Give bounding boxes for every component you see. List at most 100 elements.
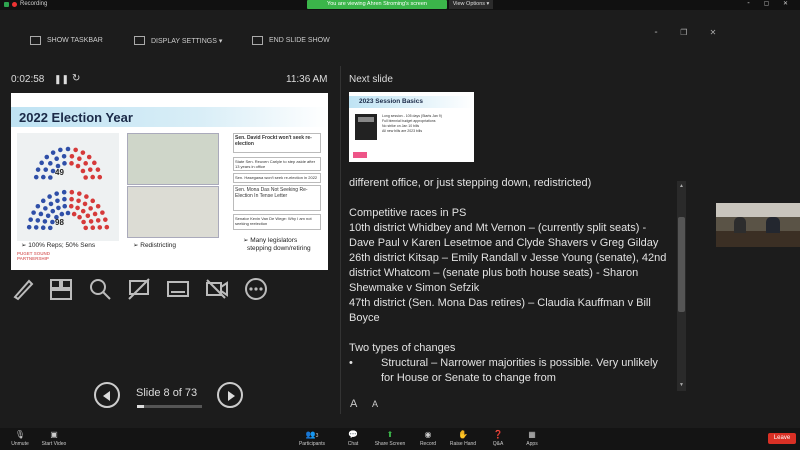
bullet-redistricting: ➢ Redistricting [133, 242, 177, 249]
seat-dot [95, 203, 101, 209]
seat-dot [35, 203, 41, 209]
seat-dot [83, 225, 89, 231]
seat-dot [44, 154, 50, 160]
seat-dot [48, 161, 53, 166]
share-screen-button[interactable]: ⬆ Share Screen [370, 430, 410, 447]
seat-dot [35, 218, 41, 223]
seat-dot [77, 191, 82, 196]
seat-dot [61, 154, 67, 159]
next-slide-label: Next slide [349, 74, 393, 85]
scroll-up-icon[interactable]: ▲ [679, 183, 684, 189]
show-taskbar-button[interactable]: SHOW TASKBAR [30, 36, 103, 45]
participants-button[interactable]: 👥3 Participants [292, 430, 332, 447]
notes-line: Two types of changes [349, 342, 456, 354]
seat-dot [103, 217, 108, 222]
seat-dot [92, 160, 97, 166]
display-settings-label: DISPLAY SETTINGS ▾ [151, 37, 223, 45]
unmute-label: Unmute [11, 441, 29, 447]
participants-label: Participants [298, 441, 326, 447]
bullet-reps-sens: ➢ 100% Reps; 50% Sens [21, 242, 96, 249]
presenter-toolbar: SHOW TASKBAR DISPLAY SETTINGS ▾ END SLID… [0, 28, 720, 58]
seat-dot [88, 219, 94, 224]
scroll-down-icon[interactable]: ▼ [679, 382, 684, 388]
clock: 11:36 AM [286, 74, 328, 85]
seat-dot [56, 205, 61, 211]
notes-line: different office, or just stepping down,… [349, 177, 592, 189]
record-button[interactable]: ◉ Record [408, 430, 448, 447]
participant-video-thumbnail[interactable] [716, 203, 800, 247]
record-icon: ◉ [424, 430, 432, 439]
slide-counter[interactable]: Slide 8 of 73 [136, 387, 197, 399]
share-screen-icon: ⬆ [386, 430, 394, 439]
pen-icon[interactable] [11, 277, 35, 301]
seat-dot [31, 210, 36, 215]
presenter-window-controls[interactable]: ⁃ ❐ ✕ [654, 28, 726, 37]
camera-toggle-icon[interactable] [205, 277, 229, 301]
notes-bullet-line: • Structural – Narrower majorities is po… [349, 356, 667, 386]
seat-dot [100, 210, 105, 215]
seat-dot [75, 205, 80, 211]
house-seat-count: 98 [55, 218, 64, 227]
reset-timer-icon[interactable]: ↻ [72, 73, 80, 84]
seat-dot [95, 218, 101, 223]
seat-dot [62, 203, 68, 209]
seat-dot [42, 219, 48, 224]
news-clip-hasegawa: Sen. Hasegawa won't seek re-election in … [233, 173, 321, 183]
increase-font-button[interactable]: A [350, 398, 357, 410]
seat-dot [35, 167, 41, 172]
next-slide-title: 2023 Session Basics [359, 98, 423, 105]
zoom-magnifier-icon[interactable] [88, 277, 112, 301]
seat-dot [85, 213, 91, 219]
share-screen-label: Share Screen [374, 441, 406, 447]
meeting-controls-bar: 🎙 Unmute ▣ Start Video 👥3 Participants 💬… [0, 428, 800, 450]
seat-dot [55, 198, 60, 204]
next-slide-logo [353, 152, 367, 158]
view-options-button[interactable]: View Options ▾ [449, 0, 493, 9]
apps-button[interactable]: ▦ Apps [512, 430, 552, 447]
show-taskbar-label: SHOW TASKBAR [47, 37, 103, 44]
seat-dot [59, 211, 65, 217]
start-video-button[interactable]: ▣ Start Video [34, 430, 74, 447]
previous-slide-button[interactable] [94, 382, 120, 408]
start-video-label: Start Video [41, 441, 67, 447]
pane-divider[interactable] [340, 66, 341, 414]
slide-title: 2022 Election Year [19, 110, 133, 125]
seat-dot [40, 225, 46, 231]
seat-dot [77, 156, 82, 162]
pause-timer-icon[interactable]: ❚❚ [54, 74, 69, 85]
senate-seat-count: 49 [55, 168, 64, 177]
black-screen-icon[interactable] [127, 277, 151, 301]
notes-scroll-thumb[interactable] [678, 217, 685, 312]
speaker-notes[interactable]: different office, or just stepping down,… [349, 176, 667, 390]
recording-dot-icon [12, 1, 17, 7]
shield-icon [4, 1, 9, 7]
seat-dot [43, 167, 49, 172]
seat-dot [69, 196, 74, 202]
subtitles-icon[interactable] [166, 277, 190, 301]
current-slide: 2022 Election Year 49 98 ➢ 100% Reps; 50… [11, 93, 328, 270]
seat-dot [97, 174, 103, 180]
participants-count: 3 [315, 433, 319, 439]
decrease-font-button[interactable]: A [372, 399, 378, 409]
seat-dot [61, 189, 67, 195]
next-slide-button[interactable] [217, 382, 243, 408]
notes-scrollbar[interactable]: ▲ ▼ [677, 181, 686, 391]
recording-label: Recording [20, 1, 48, 7]
see-all-slides-icon[interactable] [49, 277, 73, 301]
seat-dot [86, 154, 92, 160]
apps-label: Apps [526, 441, 538, 447]
seat-dot [65, 210, 71, 216]
seat-dot [84, 194, 89, 199]
more-options-icon[interactable] [244, 277, 268, 301]
seat-dot [26, 224, 32, 230]
house-seat-chart [26, 189, 110, 231]
window-controls[interactable]: ⁃ ▢ ✕ [747, 0, 794, 7]
seat-dot [73, 147, 78, 153]
seat-dot [76, 198, 81, 204]
display-settings-button[interactable]: DISPLAY SETTINGS ▾ [134, 36, 222, 45]
chat-button[interactable]: 💬 Chat [333, 430, 373, 447]
end-slide-show-button[interactable]: END SLIDE SHOW [252, 36, 330, 45]
leave-button[interactable]: Leave [768, 433, 796, 444]
raise-hand-button[interactable]: ✋ Raise Hand [443, 430, 483, 447]
next-slide-preview[interactable]: 2023 Session Basics Long session - 105 d… [349, 92, 474, 162]
